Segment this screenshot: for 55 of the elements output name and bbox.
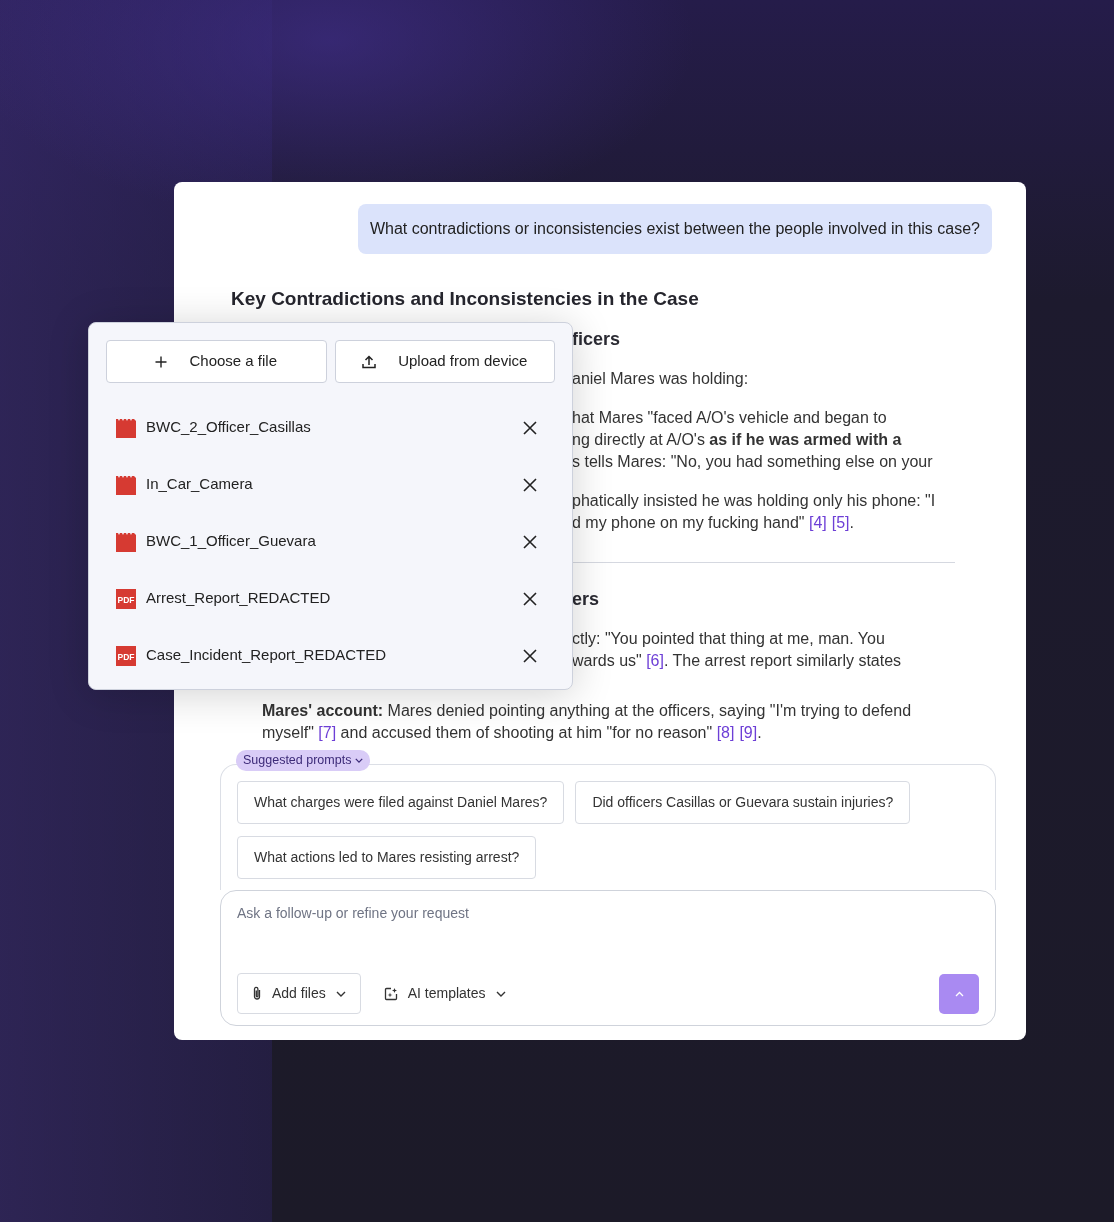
remove-file-button[interactable] — [521, 589, 539, 608]
answer-text: phatically insisted he was holding only his phone: "I — [572, 491, 937, 511]
template-sparkle-icon — [383, 986, 398, 1001]
remove-file-button[interactable] — [521, 646, 539, 665]
close-icon — [523, 648, 537, 663]
close-icon — [523, 420, 537, 435]
film-clapper-icon — [116, 474, 136, 495]
answer-text: myself" [7] and accused them of shooting at him "for no reason" [8] [9]. — [262, 723, 763, 743]
plus-icon — [155, 355, 168, 368]
answer-text: aniel Mares was holding: — [572, 369, 750, 389]
section-heading: ers — [572, 588, 601, 611]
suggested-prompt[interactable]: What actions led to Mares resisting arrest? — [237, 836, 537, 879]
citation-link[interactable]: [5] — [831, 514, 850, 531]
answer-text: s tells Mares: "No, you had something else on your — [572, 452, 934, 472]
citation-link[interactable]: [7] — [318, 724, 337, 741]
suggested-prompt[interactable]: What charges were filed against Daniel Mares? — [237, 781, 565, 824]
remove-file-button[interactable] — [521, 418, 539, 437]
citation-link[interactable]: [6] — [646, 652, 664, 669]
remove-file-button[interactable] — [521, 532, 539, 551]
answer-text: Mares' account: Mares denied pointing anything at the officers, saying "I'm trying to defend — [262, 701, 913, 721]
answer-text: d my phone on my fucking hand" [4] [5]. — [572, 513, 855, 533]
file-name: Case_Incident_Report_REDACTED — [146, 645, 387, 666]
pdf-icon: PDF — [116, 645, 136, 666]
pdf-icon: PDF — [116, 588, 136, 609]
citation-link[interactable]: [4] — [808, 514, 827, 531]
answer-text: wards us" [6]. The arrest report similarly states — [572, 651, 903, 671]
paperclip-icon — [252, 986, 262, 1001]
file-name: BWC_1_Officer_Guevara — [146, 531, 316, 552]
upload-icon — [362, 354, 377, 369]
caret-down-icon — [495, 990, 506, 997]
close-icon — [523, 477, 537, 492]
citation-link[interactable]: [9] — [739, 724, 758, 741]
remove-file-button[interactable] — [521, 475, 539, 494]
citation-link[interactable]: [8] — [716, 724, 735, 741]
choose-file-button[interactable]: Choose a file — [106, 340, 327, 383]
file-name: Arrest_Report_REDACTED — [146, 588, 331, 609]
add-files-button[interactable]: Add files — [237, 973, 361, 1014]
film-clapper-icon — [116, 417, 136, 438]
film-clapper-icon — [116, 531, 136, 552]
answer-text: hat Mares "faced A/O's vehicle and began to — [572, 408, 888, 428]
answer-title: Key Contradictions and Inconsistencies in the Case — [231, 287, 700, 311]
send-button[interactable] — [939, 973, 979, 1014]
answer-text: ctly: "You pointed that thing at me, man. You — [572, 629, 886, 649]
answer-text: ng directly at A/O's as if he was armed with a — [572, 430, 903, 450]
suggested-prompts-toggle[interactable]: Suggested prompts — [236, 750, 371, 771]
close-icon — [523, 534, 537, 549]
upload-button[interactable]: Upload from device — [334, 340, 555, 383]
suggested-prompt[interactable]: Did officers Casillas or Guevara sustain injuries? — [575, 781, 911, 824]
caret-down-icon — [335, 990, 346, 997]
section-heading: ficers — [572, 328, 622, 351]
file-name: BWC_2_Officer_Casillas — [146, 417, 311, 438]
caret-up-icon — [954, 990, 964, 997]
file-name: In_Car_Camera — [146, 474, 253, 495]
close-icon — [523, 591, 537, 606]
user-message: What contradictions or inconsistencies exist between the people involved in this case? — [357, 204, 992, 254]
